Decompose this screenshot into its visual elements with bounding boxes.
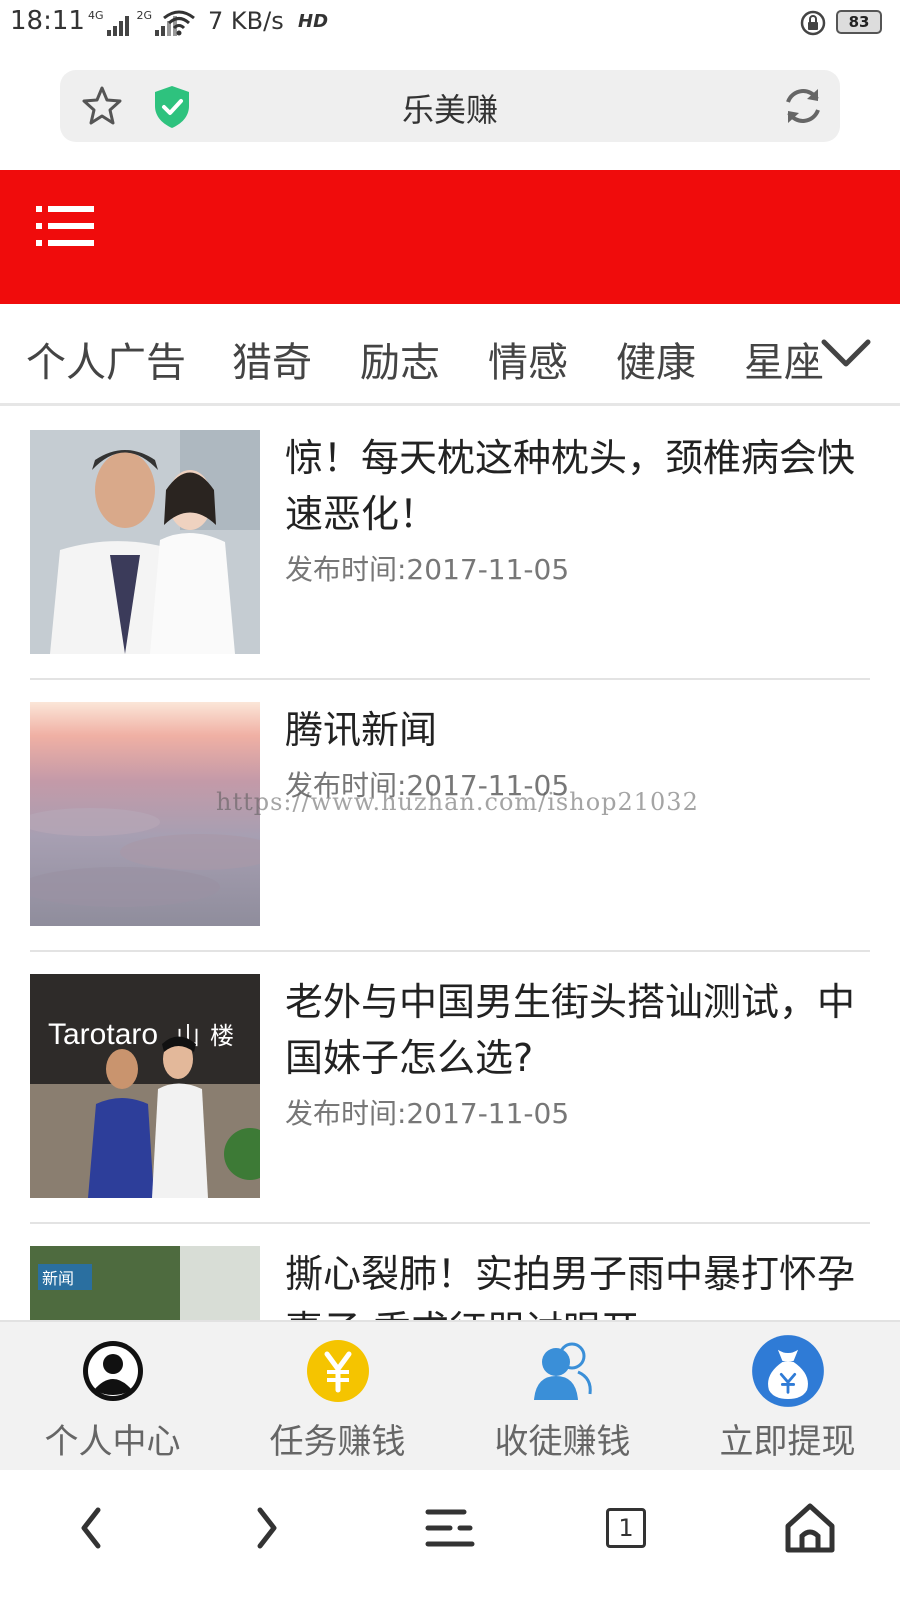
back-icon[interactable]: [60, 1498, 120, 1558]
signal-bars-icon: [106, 14, 129, 36]
network-type-1: 4G: [88, 9, 104, 22]
network-type-2: 2G: [136, 9, 153, 22]
wifi-icon: [163, 10, 195, 36]
sign-text: Tarotaro: [48, 1018, 158, 1051]
news-title: 惊！每天枕这种枕头，颈椎病会快速恶化！: [285, 436, 856, 536]
chevron-down-icon: [821, 339, 871, 367]
reload-icon[interactable]: [780, 83, 826, 129]
nav-personal-center[interactable]: 个人中心: [0, 1322, 225, 1470]
news-item[interactable]: 新闻 撕心裂肺！实拍男子雨中暴打怀孕妻子 乘求征哭讨眼开: [30, 1224, 870, 1320]
nav-label: 个人中心: [44, 1422, 181, 1462]
app-header: [0, 170, 900, 304]
nav-withdraw[interactable]: 立即提现: [675, 1322, 900, 1470]
tab-health[interactable]: 健康: [616, 330, 696, 388]
hd-indicator: HD: [298, 11, 329, 32]
news-tag: 新闻: [42, 1269, 74, 1288]
category-tabs: 个人广告 猎奇 励志 情感 健康 星座: [0, 304, 900, 406]
news-time: 发布时间:2017-11-05: [285, 553, 570, 586]
app-bottom-nav: 个人中心 任务赚钱 收徒赚钱 立即提现: [0, 1320, 900, 1470]
tabs-button[interactable]: 1: [606, 1508, 666, 1568]
watermark-text: https://www.huzhan.com/ishop21032: [216, 788, 699, 816]
user-circle-icon: [83, 1341, 143, 1401]
news-item[interactable]: Tarotaro 山 楼 老外与中国男生街头搭讪测试，中国妹子怎么选? 发布时间…: [30, 952, 870, 1224]
news-thumbnail: [30, 430, 260, 654]
nav-label: 立即提现: [719, 1422, 856, 1462]
news-item[interactable]: 惊！每天枕这种枕头，颈椎病会快速恶化！ 发布时间:2017-11-05: [30, 408, 870, 680]
tab-inspirational[interactable]: 励志: [360, 330, 440, 388]
tab-count: 1: [606, 1508, 646, 1548]
news-title: 老外与中国男生街头搭讪测试，中国妹子怎么选?: [285, 980, 856, 1080]
sign-text: 楼: [210, 1022, 234, 1050]
status-time: 18:11: [10, 6, 85, 36]
network-speed: 7 KB/s: [208, 7, 284, 35]
menu-list-icon[interactable]: [36, 203, 96, 249]
browser-toolbar: 1: [0, 1470, 900, 1600]
tab-curiosity[interactable]: 猎奇: [232, 330, 312, 388]
page-title: 乐美赚: [401, 91, 498, 129]
nav-label: 收徒赚钱: [494, 1422, 631, 1462]
nav-task-earn[interactable]: 任务赚钱: [225, 1322, 450, 1470]
nav-recruit-earn[interactable]: 收徒赚钱: [450, 1322, 675, 1470]
users-icon: [534, 1342, 592, 1400]
forward-icon[interactable]: [238, 1498, 298, 1558]
expand-categories-button[interactable]: [818, 332, 874, 372]
tab-emotion[interactable]: 情感: [488, 330, 568, 388]
battery-icon: 83: [836, 10, 882, 34]
news-time: 发布时间:2017-11-05: [285, 1097, 570, 1130]
news-title: 撕心裂肺！实拍男子雨中暴打怀孕妻子 乘求征哭讨眼开: [285, 1252, 856, 1320]
bookmark-star-icon[interactable]: [80, 84, 124, 128]
news-title: 腾讯新闻: [285, 708, 438, 752]
tab-horoscope[interactable]: 星座: [744, 330, 824, 388]
news-thumbnail: Tarotaro 山 楼: [30, 974, 260, 1198]
tab-personal-ads[interactable]: 个人广告: [26, 330, 186, 388]
news-item[interactable]: 腾讯新闻 发布时间:2017-11-05: [30, 680, 870, 952]
security-shield-icon[interactable]: [152, 84, 192, 130]
news-thumbnail: 新闻: [30, 1246, 260, 1320]
home-icon[interactable]: [780, 1498, 840, 1558]
nav-label: 任务赚钱: [269, 1422, 406, 1462]
money-bag-icon: [752, 1335, 824, 1407]
menu-icon[interactable]: [420, 1498, 480, 1558]
yuan-coin-icon: [307, 1340, 369, 1402]
rotation-lock-icon: [800, 10, 826, 36]
battery-level: 83: [848, 13, 870, 31]
